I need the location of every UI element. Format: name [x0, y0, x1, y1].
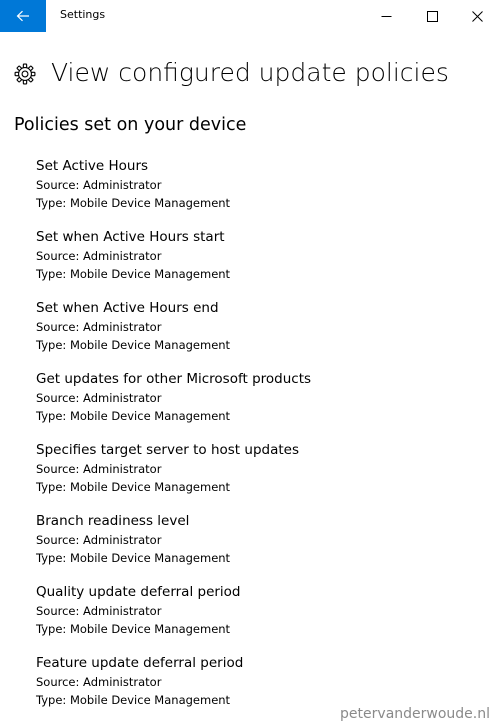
policy-source: Source: Administrator	[36, 249, 162, 263]
policy-item: Set Active Hours Source: Administrator T…	[36, 157, 486, 228]
gear-icon	[14, 63, 36, 85]
close-button[interactable]	[454, 0, 500, 32]
policy-name: Quality update deferral period	[36, 584, 241, 600]
policy-source: Source: Administrator	[36, 675, 162, 689]
policy-list: Set Active Hours Source: Administrator T…	[36, 157, 486, 725]
policy-name: Get updates for other Microsoft products	[36, 371, 312, 387]
back-button[interactable]	[0, 0, 46, 32]
policy-type: Type: Mobile Device Management	[36, 409, 231, 423]
policy-source: Source: Administrator	[36, 604, 162, 618]
section-title: Policies set on your device	[14, 115, 247, 135]
policy-source: Source: Administrator	[36, 533, 162, 547]
policy-item: Specifies target server to host updates …	[36, 441, 486, 512]
policy-item: Branch readiness level Source: Administr…	[36, 512, 486, 583]
back-arrow-icon	[16, 10, 29, 22]
policy-source: Source: Administrator	[36, 462, 162, 476]
close-icon	[471, 10, 483, 22]
policy-type: Type: Mobile Device Management	[36, 480, 231, 494]
policy-name: Set when Active Hours end	[36, 300, 219, 316]
policy-source: Source: Administrator	[36, 178, 162, 192]
policy-name: Specifies target server to host updates	[36, 442, 299, 458]
maximize-icon	[426, 10, 438, 22]
policy-type: Type: Mobile Device Management	[36, 622, 231, 636]
minimize-icon	[381, 15, 391, 17]
policy-item: Set when Active Hours start Source: Admi…	[36, 228, 486, 299]
policy-item: Set when Active Hours end Source: Admini…	[36, 299, 486, 370]
policy-name: Feature update deferral period	[36, 655, 244, 671]
window-title: Settings	[60, 8, 106, 21]
policy-item: Quality update deferral period Source: A…	[36, 583, 486, 654]
policy-name: Set when Active Hours start	[36, 229, 225, 245]
policy-type: Type: Mobile Device Management	[36, 267, 231, 281]
watermark: petervanderwoude.nl	[340, 706, 490, 722]
policy-source: Source: Administrator	[36, 391, 162, 405]
policy-source: Source: Administrator	[36, 320, 162, 334]
maximize-button[interactable]	[409, 0, 455, 32]
policy-name: Set Active Hours	[36, 158, 149, 174]
policy-type: Type: Mobile Device Management	[36, 338, 231, 352]
page-header: View configured update policies	[14, 56, 449, 90]
policy-type: Type: Mobile Device Management	[36, 196, 231, 210]
policy-item: Get updates for other Microsoft products…	[36, 370, 486, 441]
title-bar: Settings	[0, 0, 500, 32]
policy-name: Branch readiness level	[36, 513, 190, 529]
page-title: View configured update policies	[51, 58, 449, 87]
policy-type: Type: Mobile Device Management	[36, 551, 231, 565]
minimize-button[interactable]	[363, 0, 409, 32]
